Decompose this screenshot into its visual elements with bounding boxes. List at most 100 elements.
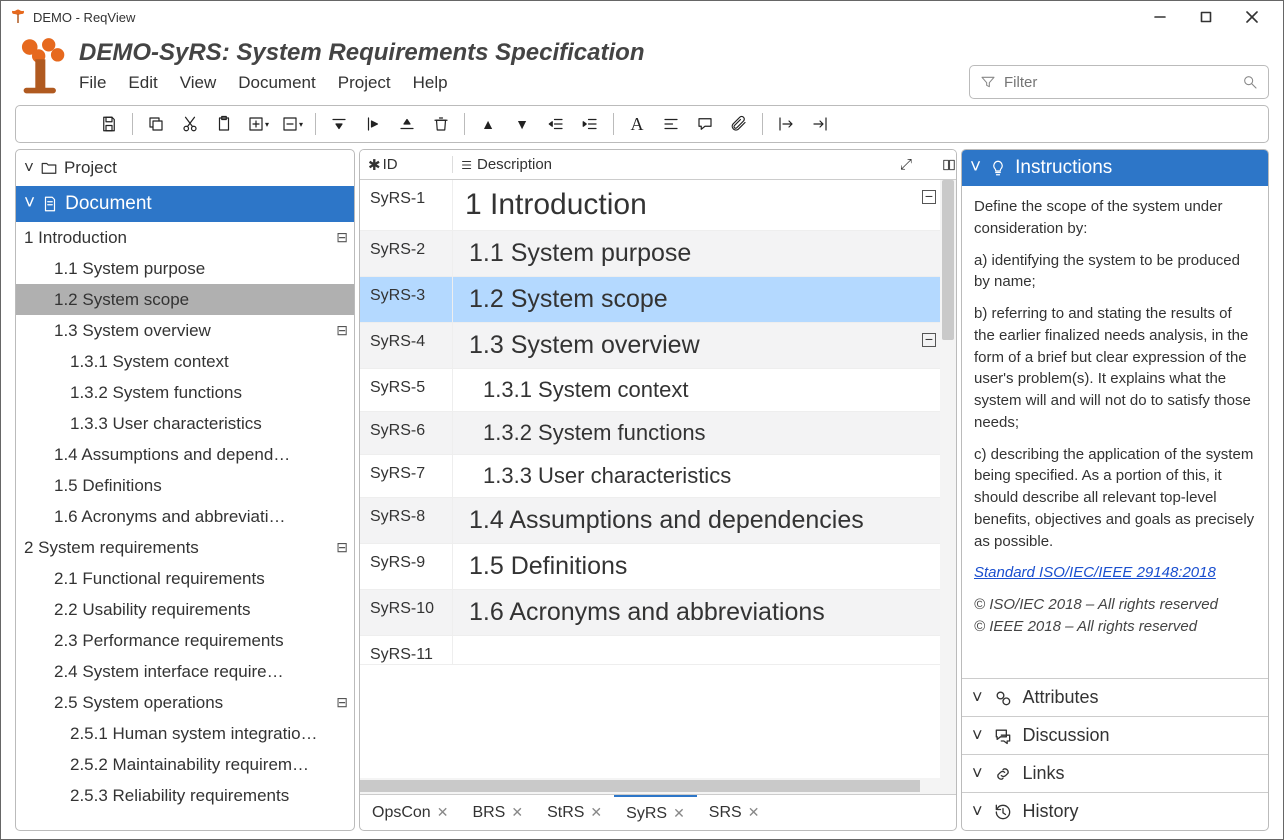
tab[interactable]: SyRS✕ [614, 795, 697, 830]
expander-icon[interactable]: ⊟ [332, 694, 348, 711]
accordion-attributes[interactable]: ˅Attributes [962, 678, 1268, 716]
tree-item[interactable]: 2.5.3 Reliability requirements [16, 780, 354, 811]
tree-item[interactable]: 1 Introduction⊟ [16, 222, 354, 253]
tree-item[interactable]: 2.5.1 Human system integratio… [16, 718, 354, 749]
grid-row[interactable]: SyRS-51.3.1 System context [360, 369, 956, 412]
down-arrow-icon[interactable]: ▼ [507, 109, 537, 139]
minimize-button[interactable] [1137, 2, 1183, 32]
grid-row[interactable]: SyRS-101.6 Acronyms and abbreviations [360, 590, 956, 636]
close-button[interactable] [1229, 2, 1275, 32]
tree-item[interactable]: 2.2 Usability requirements [16, 594, 354, 625]
accordion-discussion[interactable]: ˅Discussion [962, 716, 1268, 754]
menu-edit[interactable]: Edit [128, 73, 157, 93]
delete-button[interactable] [426, 109, 456, 139]
expander-icon[interactable]: ⊟ [332, 229, 348, 246]
expand-arrow-icon[interactable]: ⤢ [900, 156, 912, 173]
collapse-toggle[interactable]: − [922, 190, 936, 204]
tree-item[interactable]: 1.3.3 User characteristics [16, 408, 354, 439]
filter-input[interactable] [1004, 74, 1242, 91]
search-icon[interactable] [1242, 74, 1258, 90]
close-icon[interactable]: ✕ [511, 804, 523, 821]
close-icon[interactable]: ✕ [748, 804, 760, 821]
column-description-header[interactable]: Description ⤢ [452, 156, 956, 173]
tree-item[interactable]: 2.4 System interface require… [16, 656, 354, 687]
expander-icon[interactable]: ⊟ [332, 539, 348, 556]
tree-item[interactable]: 2.5 System operations⊟ [16, 687, 354, 718]
tree-item[interactable]: 1.1 System purpose [16, 253, 354, 284]
font-button[interactable]: A [622, 109, 652, 139]
close-icon[interactable]: ✕ [437, 804, 449, 821]
copy-button[interactable] [141, 109, 171, 139]
grid-row[interactable]: SyRS-91.5 Definitions [360, 544, 956, 590]
grid-row[interactable]: SyRS-21.1 System purpose [360, 231, 956, 277]
grid-header: ✱ ID Description ⤢ [360, 150, 956, 180]
cut-button[interactable] [175, 109, 205, 139]
indent-button[interactable] [575, 109, 605, 139]
menu-help[interactable]: Help [413, 73, 448, 93]
accordion-links[interactable]: ˅Links [962, 754, 1268, 792]
menu-project[interactable]: Project [338, 73, 391, 93]
align-button[interactable] [656, 109, 686, 139]
titlebar: DEMO - ReqView [1, 1, 1283, 33]
instructions-header[interactable]: ˅ Instructions [962, 150, 1268, 186]
close-icon[interactable]: ✕ [590, 804, 602, 821]
move-up-icon[interactable] [392, 109, 422, 139]
grid-row[interactable]: SyRS-61.3.2 System functions [360, 412, 956, 455]
document-header[interactable]: ˅ Document [16, 186, 354, 222]
menu-document[interactable]: Document [238, 73, 315, 93]
tab[interactable]: StRS✕ [535, 795, 614, 830]
grid-row[interactable]: SyRS-11 [360, 636, 956, 665]
tree-item[interactable]: 2.5.2 Maintainability requirem… [16, 749, 354, 780]
tree-item[interactable]: 1.3.2 System functions [16, 377, 354, 408]
remove-button[interactable]: ▾ [277, 109, 307, 139]
expand-out-icon[interactable] [771, 109, 801, 139]
tree-item[interactable]: 2 System requirements⊟ [16, 532, 354, 563]
outdent-button[interactable] [541, 109, 571, 139]
accordion-history[interactable]: ˅History [962, 792, 1268, 830]
grid-row[interactable]: SyRS-11 Introduction− [360, 180, 956, 231]
columns-icon[interactable] [942, 158, 956, 172]
attachment-button[interactable] [724, 109, 754, 139]
link-icon [993, 764, 1013, 784]
move-right-icon[interactable] [358, 109, 388, 139]
add-button[interactable]: ▾ [243, 109, 273, 139]
grid-row[interactable]: SyRS-41.3 System overview− [360, 323, 956, 369]
grid-row[interactable]: SyRS-71.3.3 User characteristics [360, 455, 956, 498]
tree-item[interactable]: 1.4 Assumptions and depend… [16, 439, 354, 470]
history-icon [993, 802, 1013, 822]
save-button[interactable] [94, 109, 124, 139]
toolbar: ▾ ▾ ▲ ▼ A [15, 105, 1269, 143]
cell-id: SyRS-9 [360, 544, 452, 589]
tree-item[interactable]: 1.2 System scope [16, 284, 354, 315]
vertical-scrollbar[interactable] [940, 180, 956, 778]
grid-row[interactable]: SyRS-81.4 Assumptions and dependencies [360, 498, 956, 544]
up-arrow-icon[interactable]: ▲ [473, 109, 503, 139]
filter-box[interactable] [969, 65, 1269, 99]
move-down-icon[interactable] [324, 109, 354, 139]
tree-item[interactable]: 1.3 System overview⊟ [16, 315, 354, 346]
tree-item[interactable]: 2.3 Performance requirements [16, 625, 354, 656]
column-id-header[interactable]: ✱ ID [360, 156, 452, 174]
cell-description: 1.5 Definitions [452, 544, 956, 589]
collapse-toggle[interactable]: − [922, 333, 936, 347]
tree-item[interactable]: 1.3.1 System context [16, 346, 354, 377]
tree-item[interactable]: 1.5 Definitions [16, 470, 354, 501]
collapse-in-icon[interactable] [805, 109, 835, 139]
tab[interactable]: SRS ✕ [697, 795, 772, 830]
close-icon[interactable]: ✕ [673, 805, 685, 822]
tab[interactable]: BRS✕ [460, 795, 535, 830]
expander-icon[interactable]: ⊟ [332, 322, 348, 339]
paste-button[interactable] [209, 109, 239, 139]
horizontal-scrollbar[interactable] [360, 778, 956, 794]
standard-link[interactable]: Standard ISO/IEC/IEEE 29148:2018 [974, 564, 1216, 581]
maximize-button[interactable] [1183, 2, 1229, 32]
comment-button[interactable] [690, 109, 720, 139]
menu-view[interactable]: View [180, 73, 217, 93]
tab[interactable]: OpsCon✕ [360, 795, 460, 830]
menu-file[interactable]: File [79, 73, 106, 93]
grid-row[interactable]: SyRS-31.2 System scope [360, 277, 956, 323]
tab-label: SRS [709, 804, 742, 822]
tree-item[interactable]: 2.1 Functional requirements [16, 563, 354, 594]
tree-item[interactable]: 1.6 Acronyms and abbreviati… [16, 501, 354, 532]
project-header[interactable]: ˅ Project [16, 150, 354, 186]
